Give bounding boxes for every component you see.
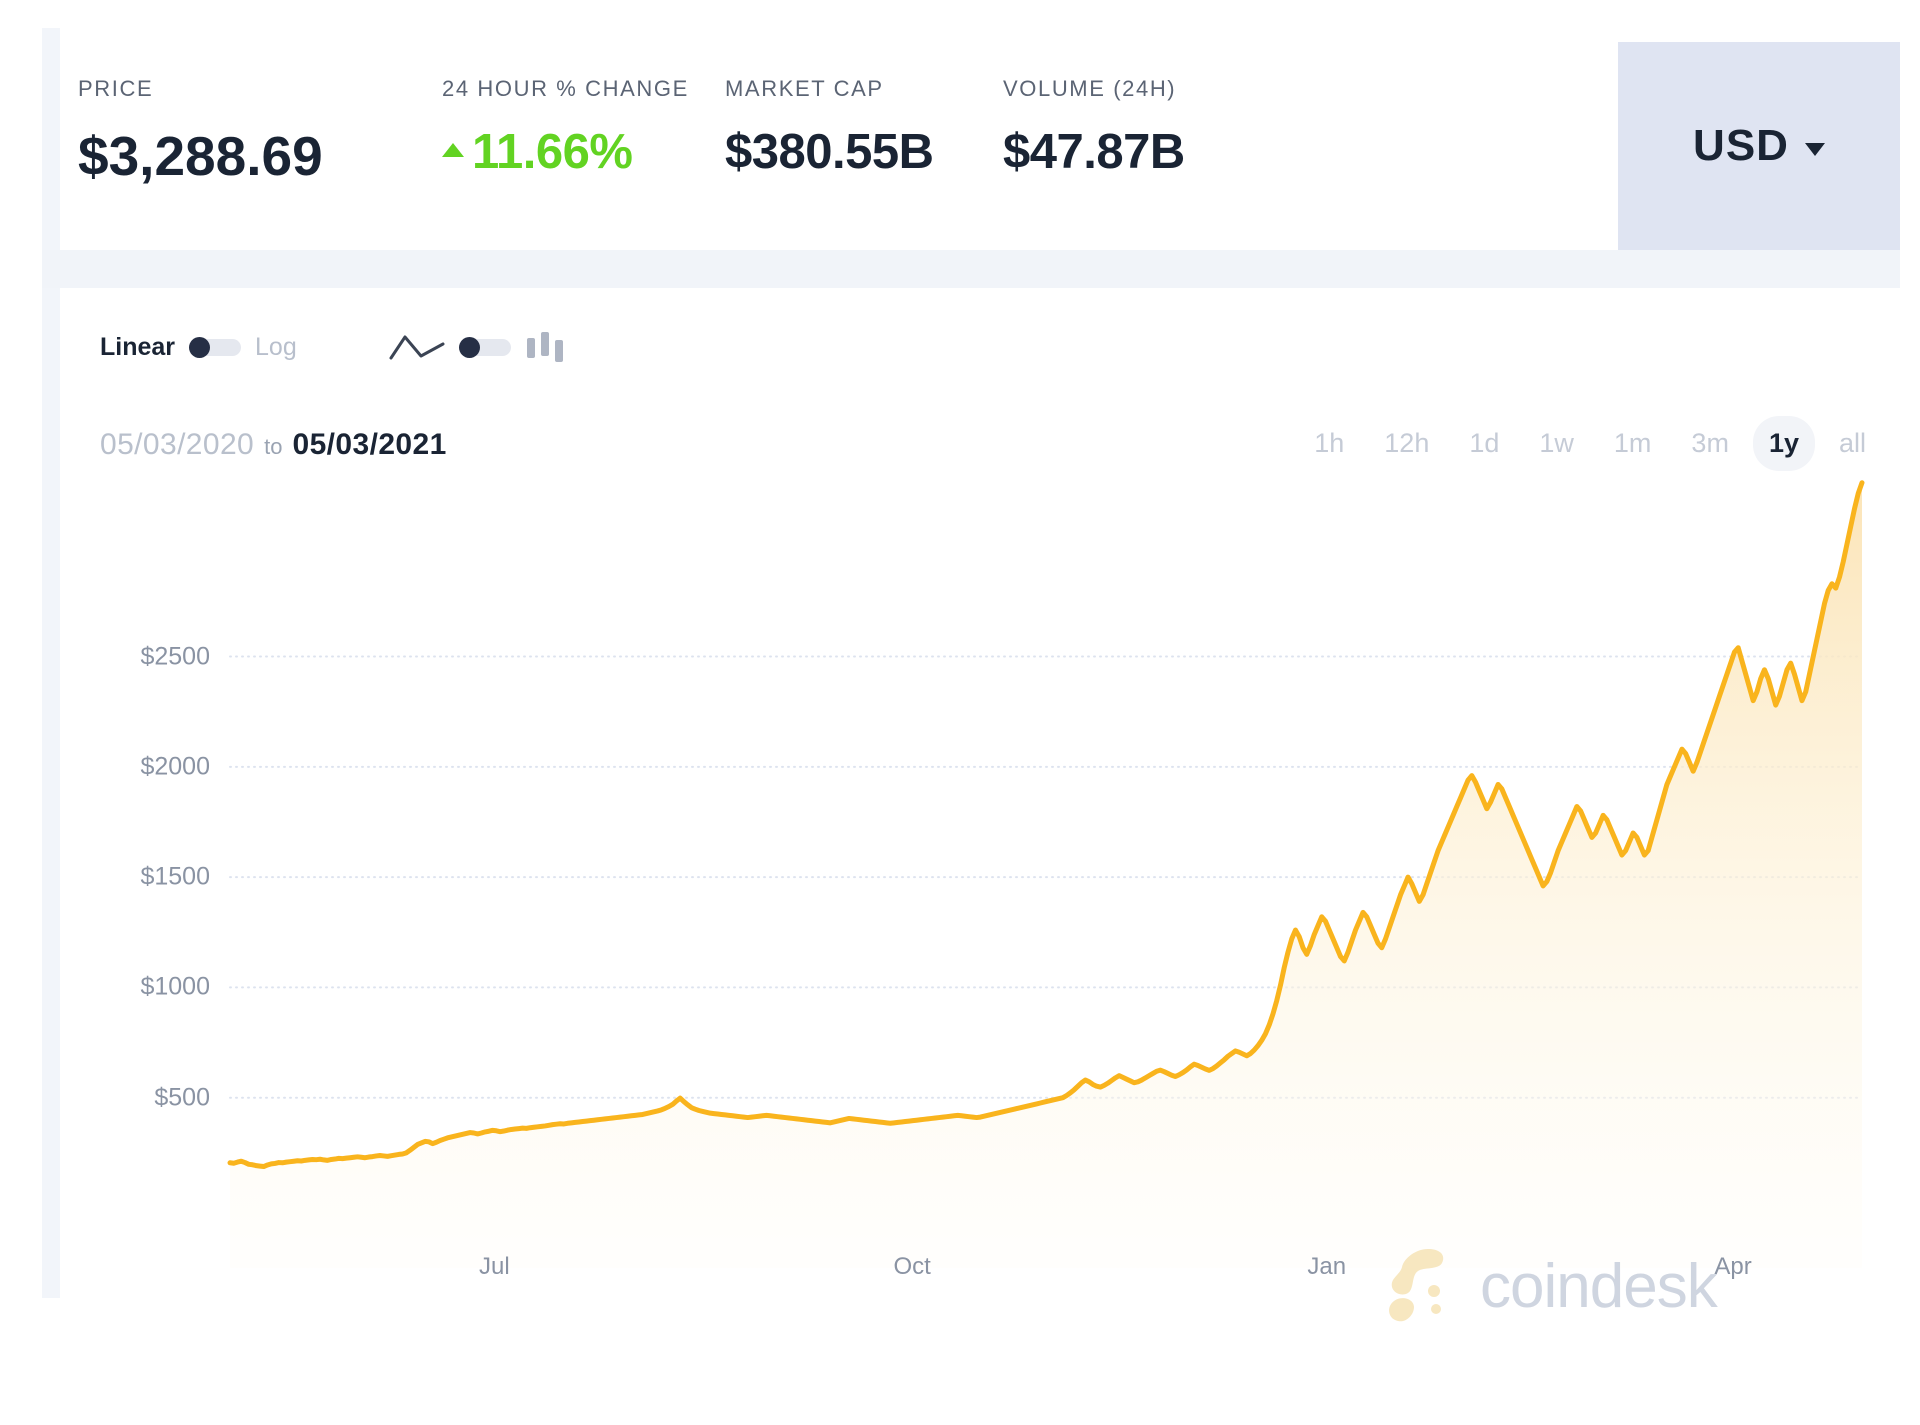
chart-type-toggle-group <box>389 330 567 364</box>
x-axis-tick-label: Jan <box>1307 1253 1347 1280</box>
currency-selector-label: USD <box>1693 121 1789 170</box>
chart-area-fill <box>230 482 1862 1269</box>
stat-market-cap-value: $380.55B <box>725 125 934 179</box>
stat-change-value-wrap: 11.66% <box>442 124 689 180</box>
chart-panel: Linear Log 05/03/2020 to 05/03/2021 1h 1… <box>60 288 1900 1322</box>
price-chart-svg <box>227 480 1865 1269</box>
x-axis-tick-label: Jul <box>479 1253 510 1280</box>
stat-market-cap-label: MARKET CAP <box>725 76 884 101</box>
stat-change: 24 HOUR % CHANGE 11.66% <box>442 76 689 180</box>
stat-price-value: $3,288.69 <box>78 125 323 187</box>
currency-selector[interactable]: USD <box>1618 42 1900 250</box>
stat-price-label: PRICE <box>78 76 154 101</box>
chart-type-toggle-switch[interactable] <box>458 336 511 358</box>
x-axis-tick-label: Apr <box>1714 1253 1752 1280</box>
stat-change-value: 11.66% <box>472 125 633 179</box>
scale-toggle-linear-label[interactable]: Linear <box>100 333 175 362</box>
bar-chart-icon[interactable] <box>525 330 567 364</box>
scale-toggle-switch[interactable] <box>189 336 242 358</box>
chevron-down-icon <box>1804 142 1825 156</box>
coindesk-price-chart-page: PRICE $3,288.69 24 HOUR % CHANGE 11.66% … <box>0 0 1920 1425</box>
chart-controls-row: Linear Log <box>100 330 567 364</box>
y-axis-tick-label: $1000 <box>140 972 210 1001</box>
y-axis-tick-label: $2500 <box>140 642 210 671</box>
stat-market-cap: MARKET CAP $380.55B <box>725 76 934 180</box>
y-axis-tick-label: $500 <box>154 1083 210 1112</box>
stat-volume-value: $47.87B <box>1003 125 1185 179</box>
stat-change-label: 24 HOUR % CHANGE <box>442 76 689 101</box>
line-chart-icon[interactable] <box>389 332 445 362</box>
y-axis-tick-label: $1500 <box>140 862 210 891</box>
scale-toggle-log-label[interactable]: Log <box>255 333 297 362</box>
section-divider <box>42 250 1900 288</box>
price-chart[interactable]: $500 $1000 $1500 $2000 $2500 Jul Oct Jan Apr co… <box>60 428 1900 1322</box>
chart-type-toggle-knob <box>458 336 480 358</box>
left-rail <box>42 28 60 1298</box>
scale-toggle-group: Linear Log <box>100 333 297 362</box>
y-axis-tick-label: $2000 <box>140 752 210 781</box>
stat-volume-label: VOLUME (24H) <box>1003 76 1177 101</box>
stat-price: PRICE $3,288.69 <box>78 76 323 188</box>
stat-volume: VOLUME (24H) $47.87B <box>1003 76 1185 180</box>
x-axis-tick-label: Oct <box>893 1253 931 1280</box>
scale-toggle-knob <box>189 336 211 358</box>
triangle-up-icon <box>442 143 464 157</box>
